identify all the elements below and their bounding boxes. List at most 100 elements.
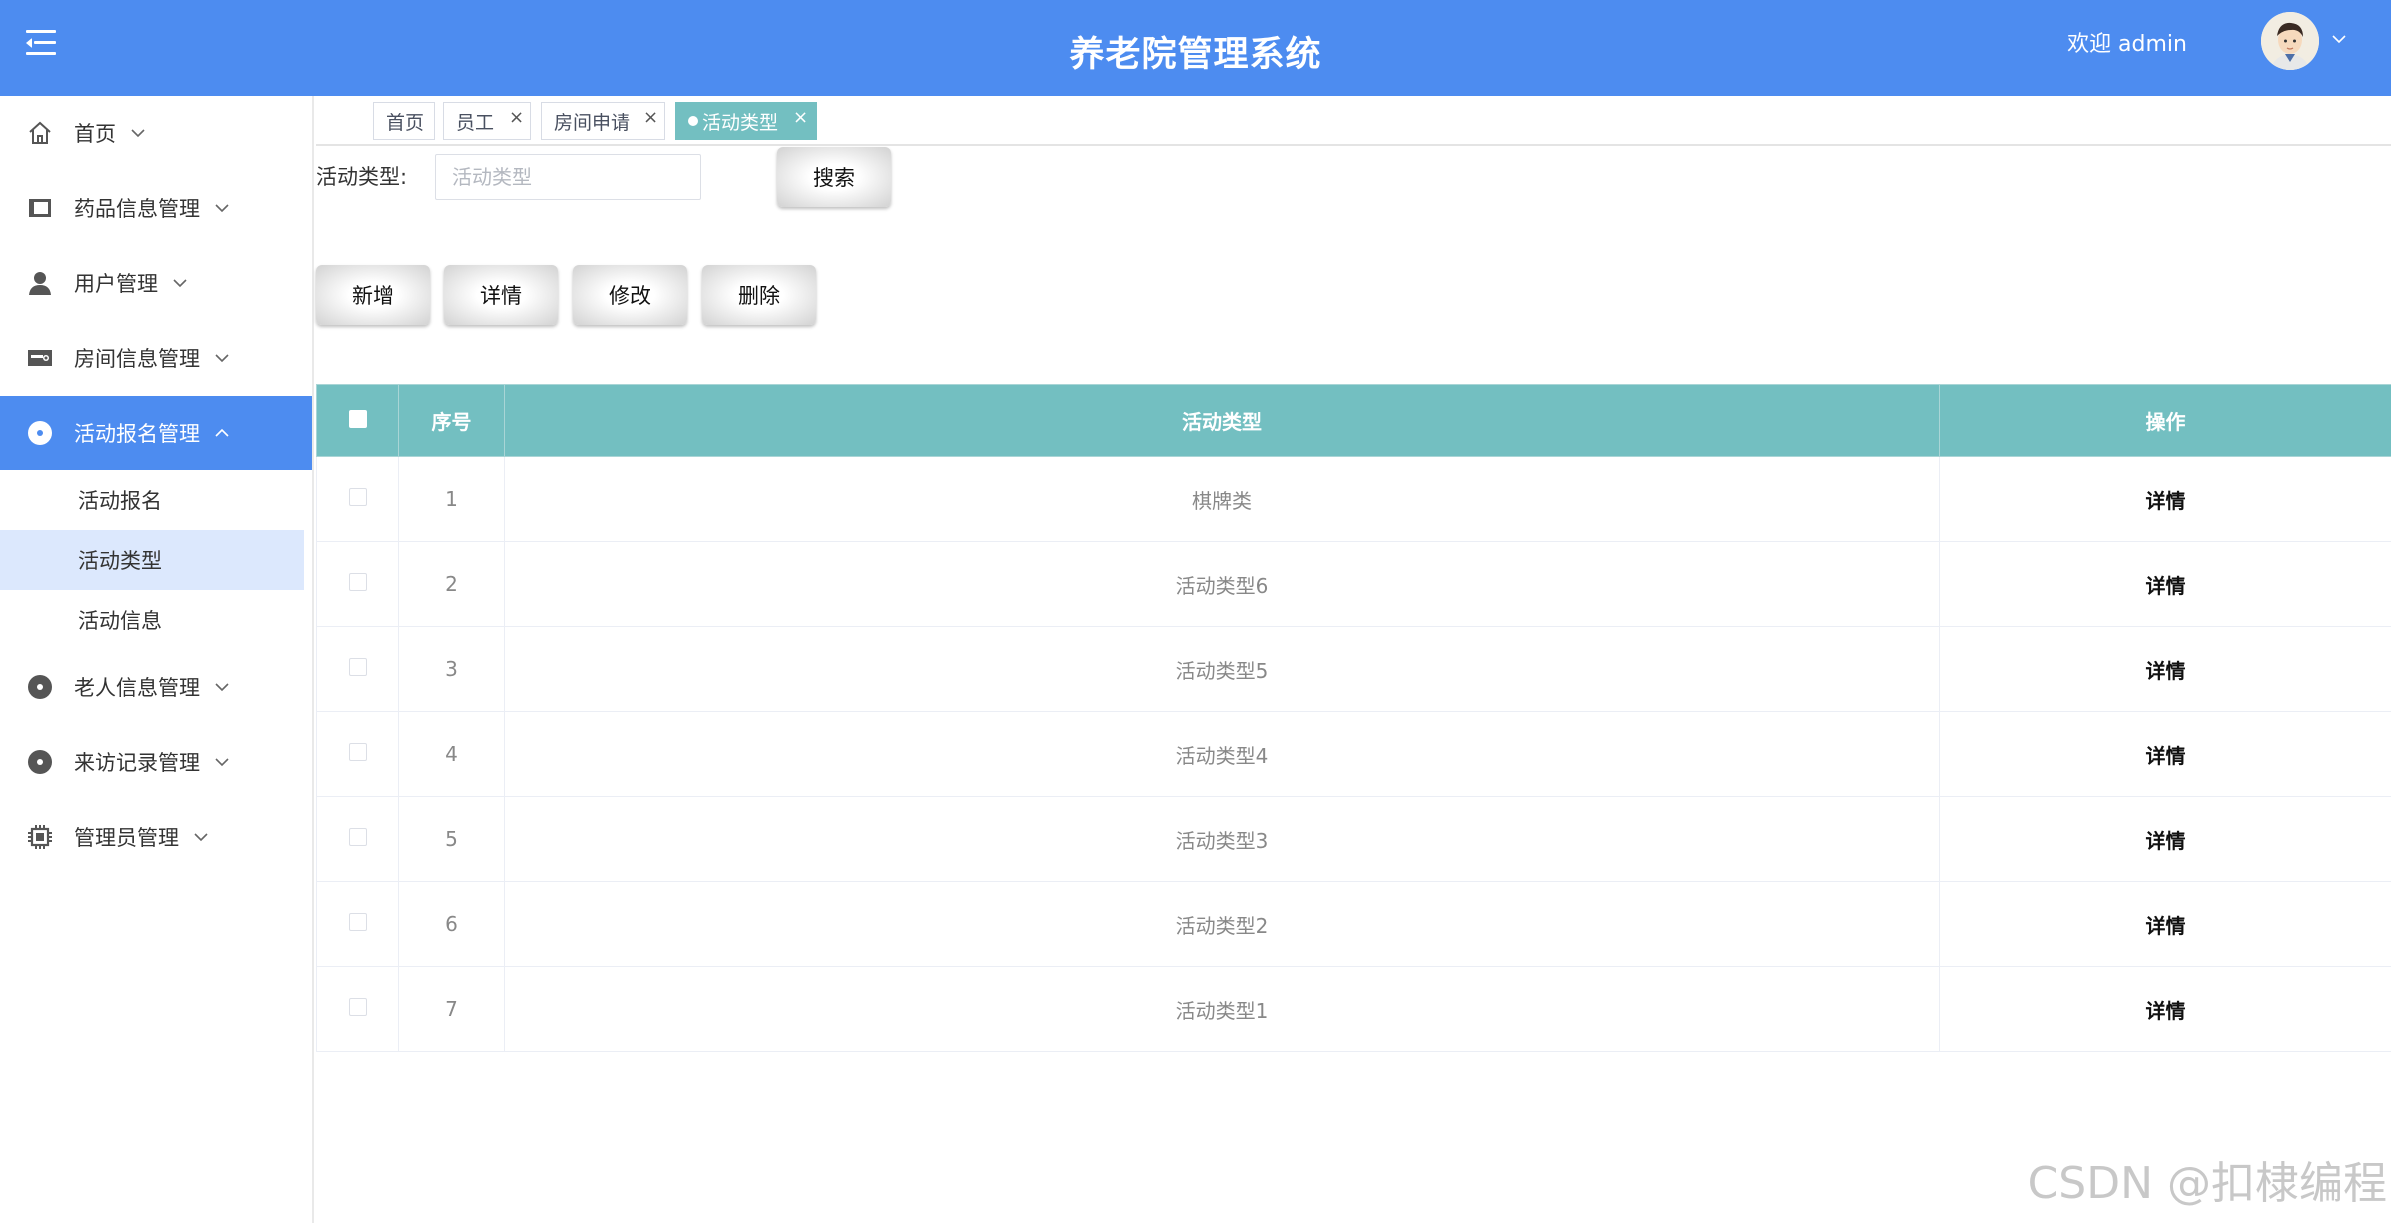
row-type: 活动类型2	[504, 881, 1940, 967]
chevron-down-icon[interactable]	[2331, 34, 2347, 44]
tab-activity-type[interactable]: 活动类型 ×	[675, 102, 817, 140]
user-avatar[interactable]	[2261, 12, 2319, 70]
sidebar-item-label: 来访记录管理	[74, 751, 200, 775]
active-dot-icon	[688, 116, 698, 126]
sidebar-subitem-activity-info[interactable]: 活动信息	[0, 590, 304, 650]
tabs-bar: 首页 员工 × 房间申请 × 活动类型 ×	[316, 96, 2391, 146]
sidebar-item-activity-signup[interactable]: 活动报名管理	[0, 396, 312, 470]
row-checkbox[interactable]	[348, 998, 367, 1016]
disc-icon	[26, 673, 54, 701]
row-checkbox[interactable]	[348, 913, 367, 931]
table-row[interactable]: 4 活动类型4 详情	[316, 711, 2391, 797]
sidebar-subitem-activity-signup[interactable]: 活动报名	[0, 470, 304, 530]
row-detail-link[interactable]: 详情	[1939, 966, 2391, 1052]
search-label: 活动类型:	[316, 165, 408, 189]
user-icon	[26, 269, 54, 297]
search-input[interactable]	[435, 154, 701, 200]
chevron-down-icon	[215, 758, 229, 767]
sidebar-subitem-activity-type[interactable]: 活动类型	[0, 530, 304, 590]
row-detail-link[interactable]: 详情	[1939, 711, 2391, 797]
close-icon[interactable]: ×	[643, 107, 658, 128]
sidebar-item-admins[interactable]: 管理员管理	[0, 800, 312, 874]
row-type: 活动类型4	[504, 711, 1940, 797]
chevron-down-icon	[194, 833, 208, 842]
row-no: 5	[398, 796, 505, 882]
chevron-down-icon	[173, 279, 187, 288]
row-type: 活动类型5	[504, 626, 1940, 712]
column-header-type: 活动类型	[504, 384, 1940, 457]
sidebar-item-label: 药品信息管理	[74, 197, 200, 221]
row-type: 棋牌类	[504, 456, 1940, 542]
select-all-checkbox[interactable]	[348, 409, 367, 428]
table-row[interactable]: 7 活动类型1 详情	[316, 966, 2391, 1052]
row-no: 6	[398, 881, 505, 967]
app-header: 养老院管理系统 欢迎 admin	[0, 0, 2391, 96]
book-icon	[26, 194, 54, 222]
welcome-text: 欢迎 admin	[2067, 32, 2187, 57]
sidebar-item-label: 首页	[74, 122, 116, 146]
edit-button[interactable]: 修改	[573, 265, 687, 325]
row-no: 7	[398, 966, 505, 1052]
row-type: 活动类型3	[504, 796, 1940, 882]
add-button[interactable]: 新增	[316, 265, 430, 325]
tab-label: 活动类型	[702, 111, 779, 134]
close-icon[interactable]: ×	[509, 107, 524, 128]
row-no: 1	[398, 456, 505, 542]
sidebar-item-medicine[interactable]: 药品信息管理	[0, 171, 312, 245]
table-row[interactable]: 2 活动类型6 详情	[316, 541, 2391, 627]
disc-icon	[26, 419, 54, 447]
tab-label: 房间申请	[554, 111, 631, 134]
close-icon[interactable]: ×	[793, 107, 808, 128]
row-detail-link[interactable]: 详情	[1939, 626, 2391, 712]
row-type: 活动类型6	[504, 541, 1940, 627]
row-detail-link[interactable]: 详情	[1939, 456, 2391, 542]
select-all-checkbox-cell[interactable]	[316, 384, 399, 457]
table-row[interactable]: 1 棋牌类 详情	[316, 456, 2391, 542]
chip-icon	[26, 823, 54, 851]
room-icon	[26, 344, 54, 372]
row-detail-link[interactable]: 详情	[1939, 541, 2391, 627]
sidebar-item-home[interactable]: 首页	[0, 96, 312, 170]
sidebar-item-visits[interactable]: 来访记录管理	[0, 725, 312, 799]
sidebar-item-users[interactable]: 用户管理	[0, 246, 312, 320]
table-header-row: 序号 活动类型 操作	[316, 384, 2391, 457]
column-header-op: 操作	[1939, 384, 2391, 457]
row-no: 4	[398, 711, 505, 797]
column-header-no: 序号	[398, 384, 505, 457]
chevron-down-icon	[215, 354, 229, 363]
row-checkbox[interactable]	[348, 828, 367, 846]
tab-room-application[interactable]: 房间申请 ×	[541, 102, 665, 140]
app-title: 养老院管理系统	[1069, 35, 1322, 75]
sidebar-item-rooms[interactable]: 房间信息管理	[0, 321, 312, 395]
row-checkbox[interactable]	[348, 488, 367, 506]
data-table: 序号 活动类型 操作 1 棋牌类 详情 2 活动类型6 详情 3 活动类型5 详…	[316, 384, 2391, 1052]
chevron-down-icon	[215, 683, 229, 692]
row-type: 活动类型1	[504, 966, 1940, 1052]
sidebar-item-label: 老人信息管理	[74, 676, 200, 700]
row-checkbox[interactable]	[348, 743, 367, 761]
row-checkbox[interactable]	[348, 658, 367, 676]
detail-button[interactable]: 详情	[444, 265, 558, 325]
table-row[interactable]: 5 活动类型3 详情	[316, 796, 2391, 882]
table-row[interactable]: 3 活动类型5 详情	[316, 626, 2391, 712]
row-detail-link[interactable]: 详情	[1939, 796, 2391, 882]
tab-label: 首页	[386, 111, 425, 134]
row-checkbox[interactable]	[348, 573, 367, 591]
search-button[interactable]: 搜索	[777, 147, 891, 207]
tab-label: 员工	[456, 111, 495, 134]
sidebar-item-label: 活动报名管理	[74, 422, 200, 446]
tab-staff[interactable]: 员工 ×	[443, 102, 531, 140]
delete-button[interactable]: 删除	[702, 265, 816, 325]
home-icon	[26, 119, 54, 147]
chevron-down-icon	[215, 204, 229, 213]
sidebar-item-label: 房间信息管理	[74, 347, 200, 371]
table-row[interactable]: 6 活动类型2 详情	[316, 881, 2391, 967]
sidebar-item-elderly[interactable]: 老人信息管理	[0, 650, 312, 724]
watermark: CSDN @扣棣编程	[2027, 1158, 2387, 1209]
row-detail-link[interactable]: 详情	[1939, 881, 2391, 967]
tab-home[interactable]: 首页	[373, 102, 435, 140]
sidebar: 首页 药品信息管理 用户管理 房间信息管理 活动报名管理 活动报名 活动类型 活…	[0, 96, 314, 1223]
row-no: 2	[398, 541, 505, 627]
sidebar-item-label: 用户管理	[74, 272, 158, 296]
chevron-down-icon	[131, 129, 145, 138]
